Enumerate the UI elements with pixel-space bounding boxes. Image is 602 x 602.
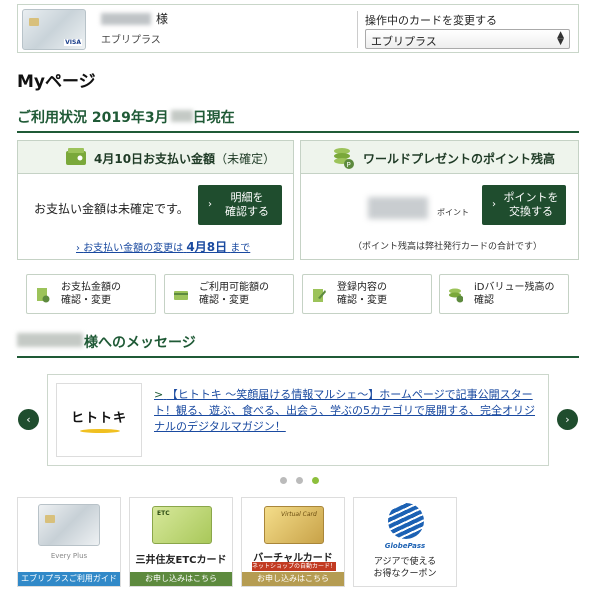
- card-brand: エブリプラス: [101, 35, 161, 46]
- chevron-right-icon: ›: [208, 199, 212, 210]
- card-chip-icon: [29, 18, 39, 26]
- payment-panel: 4月10日お支払い金額（未確定） お支払い金額は未確定です。 › 明細を 確認す…: [17, 140, 294, 260]
- change-payment-suffix: まで: [230, 243, 251, 254]
- coins-icon: P: [334, 148, 354, 169]
- honorific: 様: [156, 12, 169, 26]
- quick-link-line1: 登録内容の: [337, 282, 387, 293]
- quick-link-line1: お支払金額の: [61, 282, 121, 293]
- payment-doc-icon: [37, 288, 50, 303]
- change-payment-link-text: お支払い金額の変更は: [83, 243, 184, 254]
- globepass-name: GlobePass: [384, 542, 426, 550]
- globe-icon: [388, 503, 424, 539]
- quick-link-label: iDバリュー残高の 確認: [474, 281, 554, 307]
- visa-logo: VISA: [64, 39, 82, 46]
- card-icon: [174, 291, 188, 300]
- banner-tag: ネットショップの自動カード！: [252, 562, 337, 571]
- chevron-right-icon: ›: [492, 199, 496, 210]
- svg-text:P: P: [347, 161, 351, 169]
- banner-title: 三井住友ETCカード: [135, 555, 227, 566]
- quick-link-line2: 確認・変更: [199, 295, 249, 306]
- select-arrows-icon: ▲ ▼: [557, 30, 564, 47]
- quick-link-id-value[interactable]: iDバリュー残高の 確認: [439, 274, 569, 314]
- banner-footer: お申し込みはこちら: [130, 572, 232, 586]
- banner-footer: エブリプラスご利用ガイド: [18, 572, 120, 586]
- banner-globepass[interactable]: GlobePass アジアで使える お得なクーポン: [353, 497, 457, 587]
- virtual-card-image: Virtual Card: [264, 506, 324, 544]
- etc-card-image: ETC: [152, 506, 212, 544]
- banner-text-line1: アジアで使える: [373, 557, 437, 567]
- quick-link-line2: 確認・変更: [61, 295, 111, 306]
- quick-link-available-credit[interactable]: ご利用可能額の 確認・変更: [164, 274, 294, 314]
- quick-link-line1: ご利用可能額の: [199, 282, 269, 293]
- banner-etc-card[interactable]: ETC 三井住友ETCカード お申し込みはこちら: [129, 497, 233, 587]
- points-unit: ポイント: [437, 208, 469, 217]
- messages-title: 様へのメッセージ: [84, 335, 196, 351]
- banner-text-line2: お得なクーポン: [373, 569, 437, 579]
- quick-link-payment[interactable]: お支払金額の 確認・変更: [26, 274, 156, 314]
- points-note: （ポイント残高は弊社発行カードの合計です）: [353, 242, 543, 252]
- view-statement-button[interactable]: › 明細を 確認する: [198, 185, 282, 225]
- quick-link-line2: 確認: [474, 295, 494, 306]
- section-rule: [17, 356, 579, 358]
- card-thumbnail: VISA: [22, 9, 86, 50]
- recipient-name-redacted: [17, 333, 83, 347]
- account-name-redacted: [101, 13, 151, 25]
- card-header: VISA 様 エブリプラス 操作中のカードを変更する エブリプラス ▲ ▼: [17, 4, 579, 53]
- points-panel: P ワールドプレゼントのポイント残高 ポイント › ポイントを 交換する （ポイ…: [300, 140, 579, 260]
- message-carousel: ヒトトキ > 【ヒトトキ ～笑顔届ける情報マルシェ～】ホームページで記事公開スタ…: [47, 374, 549, 466]
- quick-link-line2: 確認・変更: [337, 295, 387, 306]
- card-select-value: エブリプラス: [371, 35, 437, 48]
- exchange-points-button[interactable]: › ポイントを 交換する: [482, 185, 566, 225]
- status-title-prefix: ご利用状況 2019年3月: [17, 110, 169, 126]
- quick-link-label: お支払金額の 確認・変更: [61, 281, 121, 307]
- carousel-prev-button[interactable]: ‹: [18, 409, 39, 430]
- carousel-next-button[interactable]: ›: [557, 409, 578, 430]
- coins-icon: [449, 288, 463, 303]
- banner-everyplus-guide[interactable]: Every Plus エブリプラスご利用ガイド: [17, 497, 121, 587]
- points-panel-head: P ワールドプレゼントのポイント残高: [301, 141, 578, 174]
- hitotoki-logo[interactable]: ヒトトキ: [56, 383, 142, 457]
- payment-due-date: 4月10日お支払い金額: [94, 152, 216, 166]
- carousel-dot[interactable]: [280, 477, 287, 484]
- banner-text: アジアで使える お得なクーポン: [354, 556, 456, 580]
- status-title-suffix: 日現在: [192, 110, 235, 126]
- section-rule: [17, 131, 579, 133]
- payment-panel-head: 4月10日お支払い金額（未確定）: [18, 141, 293, 174]
- payment-text: お支払い金額は未確定です。: [34, 202, 189, 216]
- message-text: 【ヒトトキ ～笑顔届ける情報マルシェ～】ホームページで記事公開スタート！観る、遊…: [154, 388, 535, 433]
- etc-label: ETC: [157, 510, 170, 517]
- points-panel-title: ワールドプレゼントのポイント残高: [363, 152, 556, 166]
- carousel-dot-active[interactable]: [312, 477, 319, 484]
- chevron-right-icon: >: [154, 388, 164, 401]
- everyplus-card-image: [38, 504, 100, 546]
- points-value-redacted: [368, 197, 428, 219]
- virtual-card-label: Virtual Card: [281, 511, 317, 518]
- edit-form-icon: [313, 289, 326, 302]
- card-select[interactable]: エブリプラス ▲ ▼: [365, 29, 570, 49]
- quick-link-label: 登録内容の 確認・変更: [337, 281, 387, 307]
- quick-link-label: ご利用可能額の 確認・変更: [199, 281, 269, 307]
- page-title: Myページ: [17, 72, 96, 92]
- divider: [357, 11, 358, 48]
- status-title: ご利用状況 2019年3月 日現在: [17, 107, 235, 127]
- card-chip-icon: [45, 515, 55, 523]
- change-payment-link[interactable]: › お支払い金額の変更は 4月8日 まで: [76, 238, 250, 255]
- hitotoki-logo-text: ヒトトキ: [70, 411, 127, 426]
- logo-swoosh-icon: [80, 429, 120, 433]
- carousel-dot[interactable]: [296, 477, 303, 484]
- payment-panel-title: 4月10日お支払い金額（未確定）: [94, 150, 275, 167]
- status-day-redacted: [171, 110, 193, 122]
- quick-link-registration[interactable]: 登録内容の 確認・変更: [302, 274, 432, 314]
- message-link[interactable]: > 【ヒトトキ ～笑顔届ける情報マルシェ～】ホームページで記事公開スタート！観る…: [154, 387, 542, 435]
- wallet-icon: [66, 148, 86, 165]
- change-payment-deadline: 4月8日: [186, 240, 228, 254]
- quick-link-line1: iDバリュー残高の: [474, 282, 555, 293]
- banner-virtual-card[interactable]: Virtual Card バーチャルカード ネットショップの自動カード！ お申し…: [241, 497, 345, 587]
- banner-footer: お申し込みはこちら: [242, 572, 344, 586]
- payment-status: （未確定）: [215, 152, 276, 166]
- banner-caption: Every Plus: [50, 552, 88, 560]
- change-card-label: 操作中のカードを変更する: [365, 14, 497, 27]
